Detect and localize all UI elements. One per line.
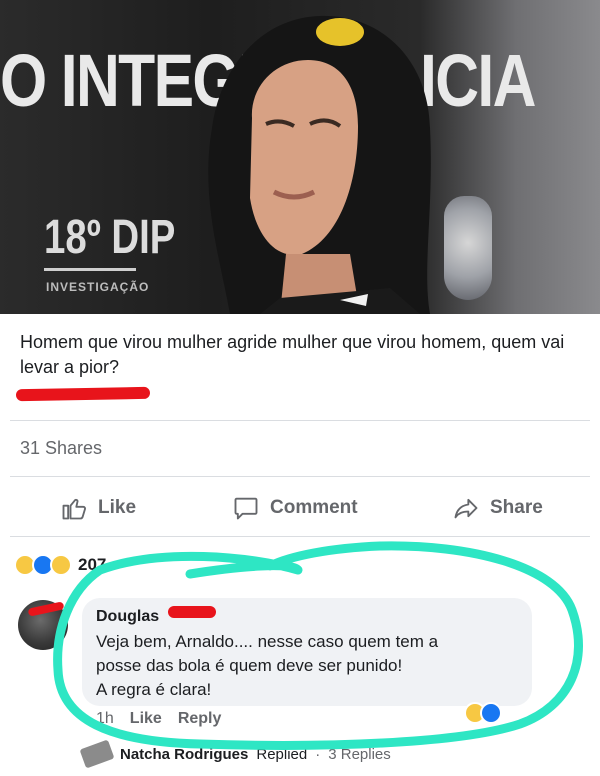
comment-reply-button[interactable]: Reply [178,710,222,728]
reply-avatar [79,739,115,769]
redaction-mark [168,606,216,618]
divider [10,536,590,537]
divider [10,420,590,421]
share-button[interactable]: Share [452,490,543,526]
reaction-count: 207 [78,555,107,574]
post-action-bar: Like Comment Share [0,490,600,526]
comment-like-button[interactable]: Like [130,710,162,728]
comment-bubble: Douglas Veja bem, Arnaldo.... nesse caso… [82,598,532,706]
reply-separator: · [315,745,321,763]
wow-reaction-icon [50,554,72,576]
photo-station-divider [44,268,136,271]
photo-station-label: 18º DIP [44,211,176,264]
shares-count[interactable]: 31 Shares [20,438,102,459]
person-portrait [208,15,431,314]
reply-author: Natcha Rodrigues [120,745,249,763]
thumbs-up-icon [62,498,86,520]
reply-count: 3 Replies [328,745,391,763]
comment-button[interactable]: Comment [232,490,358,526]
comment-text: Veja bem, Arnaldo.... nesse caso quem te… [96,630,518,702]
comment-label: Comment [270,497,358,518]
like-reaction-icon [480,702,502,724]
post-caption: Homem que virou mulher agride mulher que… [20,332,565,377]
comment-meta: 1h Like Reply [96,710,221,728]
reply-action: Replied [256,745,308,763]
comment-line: A regra é clara! [96,680,212,699]
comment-icon [234,497,258,520]
share-label: Share [490,497,543,518]
comment-time[interactable]: 1h [96,710,114,728]
comment-line: Veja bem, Arnaldo.... nesse caso quem te… [96,632,439,651]
share-arrow-icon [454,498,478,519]
comment-author[interactable]: Douglas [96,608,518,626]
post-photo[interactable]: O INTEGR ICIA 18º DIP INVESTIGAÇÃO [0,0,600,314]
photo-station-sub: INVESTIGAÇÃO [46,280,150,294]
divider [10,476,590,477]
comment-reactions[interactable] [464,702,502,724]
reactions-summary[interactable]: 207 [14,554,106,576]
replies-link[interactable]: Natcha Rodrigues Replied · 3 Replies [79,739,391,769]
police-badge-icon [444,196,492,300]
like-button[interactable]: Like [60,490,136,526]
redaction-mark [15,386,151,402]
like-label: Like [98,497,137,518]
comment-line: posse das bola é quem deve ser punido! [96,656,403,675]
